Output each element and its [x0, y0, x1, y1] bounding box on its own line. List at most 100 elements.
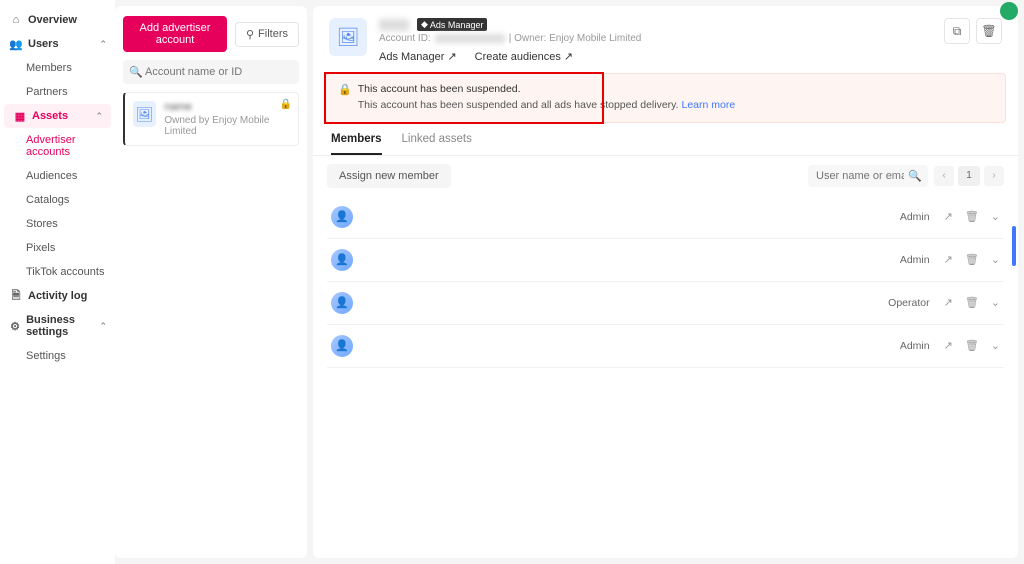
external-link-icon[interactable]: ↗: [944, 339, 953, 352]
delete-button[interactable]: 🗑: [976, 18, 1002, 44]
copy-button[interactable]: ⧉: [944, 18, 970, 44]
member-avatar: 👤: [331, 249, 353, 271]
nav-audiences[interactable]: Audiences: [0, 164, 115, 188]
nav-label: Settings: [26, 350, 66, 362]
nav-members[interactable]: Members: [0, 56, 115, 80]
nav-activity-log[interactable]: 🗎 Activity log: [0, 284, 115, 308]
add-advertiser-button[interactable]: Add advertiser account: [123, 16, 227, 52]
chevron-down-icon[interactable]: ⌄: [991, 339, 1000, 352]
member-row[interactable]: 👤 Operator ↗ 🗑 ⌄: [327, 282, 1004, 325]
tab-linked-assets[interactable]: Linked assets: [402, 133, 472, 155]
chevron-up-icon: ⌃: [99, 39, 107, 50]
lock-icon: 🔒: [280, 99, 292, 110]
trash-icon[interactable]: 🗑: [965, 296, 979, 309]
member-list: 👤Admin↗🗑⌄👤Admin↗🗑⌄👤Operator↗🗑⌄👤Admin↗🗑⌄: [313, 196, 1018, 368]
nav-overview[interactable]: ⌂ Overview: [0, 8, 115, 32]
member-avatar: 👤: [331, 335, 353, 357]
nav-catalogs[interactable]: Catalogs: [0, 188, 115, 212]
chevron-down-icon[interactable]: ⌄: [991, 210, 1000, 223]
account-name: name: [164, 101, 290, 113]
copy-icon: ⧉: [953, 24, 962, 39]
users-icon: 👥: [10, 38, 22, 50]
sidebar: ⌂ Overview 👥 Users ⌃ Members Partners ▦ …: [0, 0, 115, 564]
owner-label: | Owner: Enjoy Mobile Limited: [509, 33, 642, 44]
nav-label: Activity log: [28, 290, 87, 302]
filters-button[interactable]: ⚲ Filters: [235, 22, 299, 47]
lock-icon: 🔒: [338, 83, 352, 96]
external-link-icon: ↗: [447, 50, 456, 63]
badge-label: Ads Manager: [430, 20, 484, 30]
assets-icon: ▦: [14, 110, 26, 122]
nav-users[interactable]: 👥 Users ⌃: [0, 32, 115, 56]
external-link-icon[interactable]: ↗: [944, 296, 953, 309]
page-next-button[interactable]: ›: [984, 166, 1004, 186]
external-link-icon: ↗: [564, 50, 573, 63]
chevron-down-icon[interactable]: ⌄: [991, 253, 1000, 266]
nav-partners[interactable]: Partners: [0, 80, 115, 104]
nav-label: Assets: [32, 110, 68, 122]
create-audiences-link[interactable]: Create audiences ↗: [475, 50, 573, 63]
member-row[interactable]: 👤 Admin ↗ 🗑 ⌄: [327, 196, 1004, 239]
nav-tiktok-accounts[interactable]: TikTok accounts: [0, 260, 115, 284]
filters-label: Filters: [258, 28, 288, 40]
filter-icon: ⚲: [246, 28, 254, 41]
chevron-down-icon[interactable]: ⌄: [991, 296, 1000, 309]
page-number: 1: [958, 166, 980, 186]
nav-label: Audiences: [26, 170, 77, 182]
pagination: ‹ 1 ›: [934, 166, 1004, 186]
assign-member-button[interactable]: Assign new member: [327, 164, 451, 188]
nav-settings[interactable]: Settings: [0, 344, 115, 368]
member-row[interactable]: 👤 Admin ↗ 🗑 ⌄: [327, 325, 1004, 368]
trash-icon: 🗑: [981, 24, 996, 38]
account-thumb-icon: 🖼: [133, 101, 156, 127]
learn-more-link[interactable]: Learn more: [681, 99, 735, 111]
nav-pixels[interactable]: Pixels: [0, 236, 115, 260]
account-list-panel: Add advertiser account ⚲ Filters 🔍 🖼 nam…: [115, 6, 307, 558]
profile-avatar[interactable]: [1000, 2, 1018, 20]
account-title-redacted: [379, 19, 409, 31]
page-prev-button[interactable]: ‹: [934, 166, 954, 186]
member-avatar: 👤: [331, 206, 353, 228]
member-avatar: 👤: [331, 292, 353, 314]
member-role: Admin: [900, 340, 930, 352]
nav-business-settings[interactable]: ⚙ Business settings ⌃: [0, 308, 115, 344]
member-row[interactable]: 👤Admin↗🗑⌄: [327, 239, 1004, 282]
alert-text: This account has been suspended and all …: [358, 99, 679, 111]
nav-label: Overview: [28, 14, 77, 26]
nav-label: Pixels: [26, 242, 55, 254]
alert-title: This account has been suspended.: [358, 83, 521, 95]
main-panel: 🖼 ◆ Ads Manager Account ID: | Owner: Enj…: [313, 6, 1018, 558]
nav-advertiser-accounts[interactable]: Advertiser accounts: [0, 128, 115, 164]
search-icon: 🔍: [129, 66, 143, 79]
search-icon: 🔍: [908, 169, 922, 182]
suspension-alert: 🔒 This account has been suspended. This …: [325, 73, 1006, 123]
ads-manager-badge: ◆ Ads Manager: [417, 18, 487, 31]
nav-label: Stores: [26, 218, 58, 230]
nav-label: Advertiser accounts: [26, 134, 105, 158]
chevron-up-icon: ⌃: [99, 321, 107, 332]
nav-label: Partners: [26, 86, 68, 98]
gear-icon: ⚙: [10, 320, 20, 332]
account-search-input[interactable]: [123, 60, 299, 84]
link-label: Ads Manager: [379, 51, 444, 63]
account-card[interactable]: 🖼 name Owned by Enjoy Mobile Limited 🔒: [123, 92, 299, 146]
document-icon: 🗎: [10, 290, 22, 302]
member-role: Operator: [888, 297, 929, 309]
account-id-label: Account ID:: [379, 33, 431, 44]
detail-tabs: Members Linked assets: [313, 123, 1018, 156]
nav-label: Business settings: [26, 314, 105, 338]
nav-stores[interactable]: Stores: [0, 212, 115, 236]
nav-assets[interactable]: ▦ Assets ⌃: [4, 104, 111, 128]
trash-icon[interactable]: 🗑: [965, 339, 979, 352]
trash-icon[interactable]: 🗑: [965, 210, 979, 223]
external-link-icon[interactable]: ↗: [944, 253, 953, 266]
ads-manager-link[interactable]: Ads Manager ↗: [379, 50, 457, 63]
tab-members[interactable]: Members: [331, 133, 382, 155]
external-link-icon[interactable]: ↗: [944, 210, 953, 223]
nav-label: Catalogs: [26, 194, 69, 206]
trash-icon[interactable]: 🗑: [965, 253, 979, 266]
scrollbar-handle[interactable]: [1012, 226, 1016, 266]
account-avatar: 🖼: [329, 18, 367, 56]
chevron-up-icon: ⌃: [95, 111, 103, 122]
member-role: Admin: [900, 211, 930, 223]
